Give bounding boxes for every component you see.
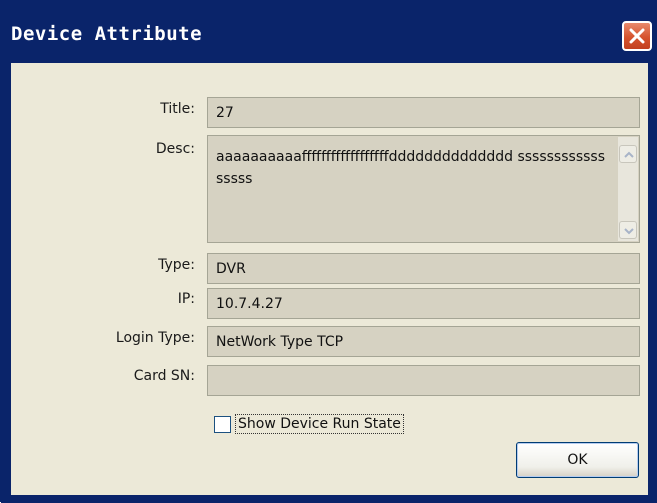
login-type-field[interactable]: NetWork Type TCP (207, 326, 640, 357)
chevron-down-icon (624, 228, 634, 235)
desc-label: Desc: (155, 141, 195, 157)
device-attribute-dialog: Device Attribute Title: 27 Desc: aaaaaaa… (0, 0, 657, 503)
scroll-up-button[interactable] (619, 145, 637, 163)
card-sn-label: Card SN: (133, 368, 195, 384)
desc-textarea[interactable]: aaaaaaaaaaffffffffffffffffffdddddddddddd… (207, 135, 640, 243)
login-type-label: Login Type: (115, 330, 195, 346)
window-frame-left (1, 63, 11, 503)
card-sn-field[interactable] (207, 365, 640, 396)
title-bar[interactable]: Device Attribute (1, 1, 656, 63)
title-field[interactable]: 27 (207, 97, 640, 128)
close-button[interactable] (622, 21, 652, 51)
ip-field[interactable]: 10.7.4.27 (207, 288, 640, 319)
type-label: Type: (158, 257, 195, 273)
scroll-down-button[interactable] (619, 221, 637, 239)
show-run-state-label[interactable]: Show Device Run State (235, 414, 404, 434)
title-label: Title: (160, 101, 195, 117)
close-icon (629, 28, 645, 44)
desc-text: aaaaaaaaaaffffffffffffffffffdddddddddddd… (216, 149, 605, 187)
window-frame-right (648, 63, 657, 503)
ok-button[interactable]: OK (516, 442, 639, 478)
type-field[interactable]: DVR (207, 253, 640, 284)
window-title: Device Attribute (11, 23, 203, 45)
ip-label: IP: (177, 291, 195, 307)
desc-scrollbar[interactable] (618, 137, 638, 241)
show-run-state-checkbox[interactable] (214, 416, 231, 433)
chevron-up-icon (624, 151, 634, 158)
